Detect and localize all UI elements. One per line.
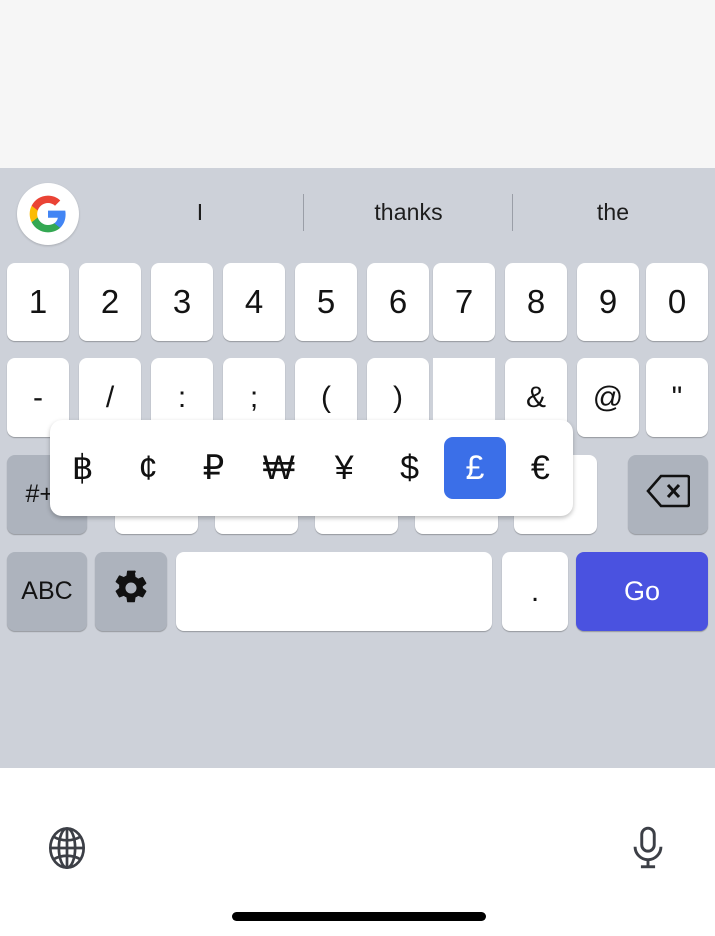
popup-key-yen[interactable]: ¥	[314, 437, 375, 499]
suggestion-item-2[interactable]: the	[515, 168, 711, 256]
system-bar	[0, 808, 715, 936]
popup-key-cent[interactable]: ¢	[117, 437, 178, 499]
keyboard: I thanks the 1 2 3 4 5 6 7 8 9 0 - / : ;…	[0, 168, 715, 768]
key-2[interactable]: 2	[79, 263, 141, 341]
key-4[interactable]: 4	[223, 263, 285, 341]
key-5[interactable]: 5	[295, 263, 357, 341]
popup-key-dollar[interactable]: $	[379, 437, 440, 499]
key-1[interactable]: 1	[7, 263, 69, 341]
key-at[interactable]: @	[577, 358, 639, 437]
backspace-icon	[646, 474, 690, 516]
key-7[interactable]: 7	[433, 263, 495, 341]
key-settings[interactable]	[95, 552, 167, 631]
suggestion-bar: I thanks the	[0, 168, 715, 256]
popup-key-baht[interactable]: ฿	[52, 437, 113, 499]
popup-key-euro[interactable]: €	[510, 437, 571, 499]
gear-icon	[112, 569, 150, 615]
key-space[interactable]	[176, 552, 492, 631]
popup-key-pound[interactable]: £	[444, 437, 505, 499]
globe-icon[interactable]	[42, 823, 92, 873]
suggestion-item-1[interactable]: thanks	[306, 168, 511, 256]
popup-key-won[interactable]: ₩	[248, 437, 309, 499]
home-indicator	[232, 912, 486, 921]
suggestion-divider	[303, 194, 304, 231]
google-g-logo-icon[interactable]	[17, 183, 79, 245]
popup-key-ruble[interactable]: ₽	[183, 437, 244, 499]
microphone-icon[interactable]	[623, 823, 673, 873]
key-9[interactable]: 9	[577, 263, 639, 341]
key-backspace[interactable]	[628, 455, 708, 534]
key-abc-toggle[interactable]: ABC	[7, 552, 87, 631]
suggestion-item-0[interactable]: I	[100, 168, 300, 256]
currency-popup: ฿ ¢ ₽ ₩ ¥ $ £ €	[50, 420, 573, 516]
key-0[interactable]: 0	[646, 263, 708, 341]
key-6[interactable]: 6	[367, 263, 429, 341]
key-period-bottom[interactable]: .	[502, 552, 568, 631]
key-3[interactable]: 3	[151, 263, 213, 341]
key-go[interactable]: Go	[576, 552, 708, 631]
suggestion-divider	[512, 194, 513, 231]
key-8[interactable]: 8	[505, 263, 567, 341]
key-quote[interactable]: "	[646, 358, 708, 437]
app-content-area	[0, 0, 715, 168]
